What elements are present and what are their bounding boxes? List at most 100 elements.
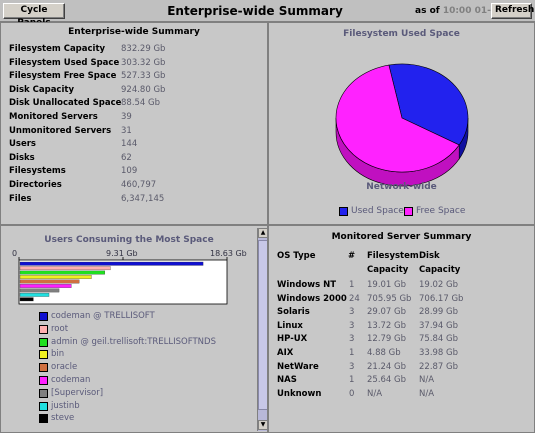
server-count: 24 <box>349 293 360 304</box>
user-name: oracle <box>51 362 78 373</box>
server-fs-capacity: 19.01 Gb <box>367 280 407 290</box>
summary-row: Monitored Servers 39 <box>9 112 259 125</box>
col-count: # <box>348 251 356 261</box>
user-swatch <box>39 388 48 398</box>
server-fs-capacity: 705.95 Gb <box>367 293 412 304</box>
summary-value: 88.54 Gb <box>121 98 161 109</box>
summary-value: 924.80 Gb <box>121 84 166 95</box>
summary-value: 62 <box>121 152 132 163</box>
server-fs-capacity: N/A <box>367 388 383 399</box>
summary-title: Enterprise-wide Summary <box>68 27 200 37</box>
summary-label: Files <box>9 193 32 204</box>
user-swatch <box>39 324 48 334</box>
user-bar <box>19 266 111 271</box>
cycle-panels-button[interactable]: Cycle Panels <box>3 3 65 28</box>
server-disk-capacity: N/A <box>419 388 435 399</box>
server-disk-capacity: 37.94 Gb <box>419 320 459 331</box>
server-disk-capacity: 22.87 Gb <box>419 361 459 372</box>
summary-panel: Enterprise-wide Summary Filesystem Capac… <box>0 22 268 225</box>
summary-row: Filesystem Free Space 527.33 Gb <box>9 71 259 84</box>
summary-row: Files 6,347,145 <box>9 194 259 207</box>
summary-label: Directories <box>9 180 62 190</box>
server-summary-panel: Monitored Server Summary OS Type # Files… <box>268 225 535 433</box>
summary-label: Filesystem Used Space <box>9 57 120 68</box>
summary-row: Filesystems 109 <box>9 166 259 179</box>
server-count: 3 <box>349 320 355 331</box>
user-bar <box>19 292 50 297</box>
user-swatch <box>39 401 48 411</box>
server-os-type: NAS <box>277 375 297 386</box>
summary-value: 144 <box>121 139 138 150</box>
col-filesystem: Filesystem <box>367 251 419 261</box>
server-title: Monitored Server Summary <box>331 232 472 242</box>
server-fs-capacity: 25.64 Gb <box>367 375 407 386</box>
server-disk-capacity: 33.98 Gb <box>419 348 459 358</box>
scroll-thumb[interactable] <box>258 240 267 410</box>
user-bar <box>19 275 92 279</box>
toolbar: Cycle Panels Enterprise-wide Summary as … <box>0 0 535 28</box>
col-disk-capacity: Capacity <box>419 265 461 275</box>
user-swatch <box>39 312 48 321</box>
server-disk-capacity: N/A <box>419 375 435 386</box>
server-os-type: Windows NT <box>277 280 337 290</box>
user-bar <box>19 261 204 266</box>
used-swatch <box>339 207 348 216</box>
server-fs-capacity: 12.79 Gb <box>367 334 407 345</box>
server-disk-capacity: 706.17 Gb <box>419 293 464 304</box>
user-bar <box>19 270 106 275</box>
server-count: 3 <box>349 361 355 372</box>
summary-label: Unmonitored Servers <box>9 125 112 136</box>
server-disk-capacity: 19.02 Gb <box>419 280 459 290</box>
user-name: bin <box>51 349 65 360</box>
server-os-type: Solaris <box>277 307 310 318</box>
user-swatch <box>39 376 48 385</box>
server-os-type: Windows 2000 <box>277 293 347 304</box>
filesystem-used-panel: Filesystem Used Space Network-wide Used … <box>268 22 535 225</box>
summary-value: 109 <box>121 166 138 177</box>
scroll-down-button[interactable]: ▼ <box>258 420 267 430</box>
used-label: Used Space <box>351 206 404 216</box>
user-swatch <box>39 350 48 360</box>
summary-row: Disk Unallocated Space 88.54 Gb <box>9 98 259 111</box>
pie-caption: Network-wide <box>366 182 437 192</box>
server-count: 3 <box>349 334 355 345</box>
user-swatch <box>39 414 48 424</box>
summary-label: Users <box>9 139 36 150</box>
vertical-scrollbar[interactable]: ▲ ▼ <box>257 228 267 431</box>
summary-value: 460,797 <box>121 180 157 190</box>
free-label: Free Space <box>416 206 466 216</box>
summary-value: 6,347,145 <box>121 193 165 204</box>
scroll-up-button[interactable]: ▲ <box>258 228 267 238</box>
summary-row: Filesystem Used Space 303.32 Gb <box>9 58 259 71</box>
server-fs-capacity: 21.24 Gb <box>367 361 407 372</box>
server-count: 1 <box>349 375 355 386</box>
summary-label: Disks <box>9 152 35 163</box>
server-os-type: HP-UX <box>277 334 308 345</box>
server-os-type: Unknown <box>277 388 322 399</box>
user-bar <box>19 279 80 284</box>
summary-row: Disks 62 <box>9 153 259 166</box>
user-name: steve <box>51 413 75 424</box>
free-swatch <box>404 207 413 216</box>
page-title: Enterprise-wide Summary <box>167 4 343 18</box>
asof-prefix: as of <box>415 6 440 16</box>
pie-chart <box>335 63 469 187</box>
summary-label: Disk Unallocated Space <box>9 98 122 109</box>
user-bar <box>19 288 60 293</box>
server-disk-capacity: 28.99 Gb <box>419 307 459 318</box>
summary-label: Filesystems <box>9 166 66 177</box>
server-fs-capacity: 29.07 Gb <box>367 307 407 318</box>
summary-row: Filesystem Capacity 832.29 Gb <box>9 44 259 57</box>
refresh-button[interactable]: Refresh <box>491 3 534 19</box>
summary-value: 832.29 Gb <box>121 44 166 54</box>
summary-value: 31 <box>121 125 132 136</box>
summary-label: Monitored Servers <box>9 112 98 122</box>
col-disk: Disk <box>419 251 440 261</box>
user-name: codeman <box>51 375 91 385</box>
summary-row: Disk Capacity 924.80 Gb <box>9 85 259 98</box>
col-os-type: OS Type <box>277 251 316 261</box>
summary-value: 527.33 Gb <box>121 71 166 82</box>
summary-label: Filesystem Free Space <box>9 71 117 82</box>
server-disk-capacity: 75.84 Gb <box>419 334 459 345</box>
summary-label: Filesystem Capacity <box>9 44 106 54</box>
